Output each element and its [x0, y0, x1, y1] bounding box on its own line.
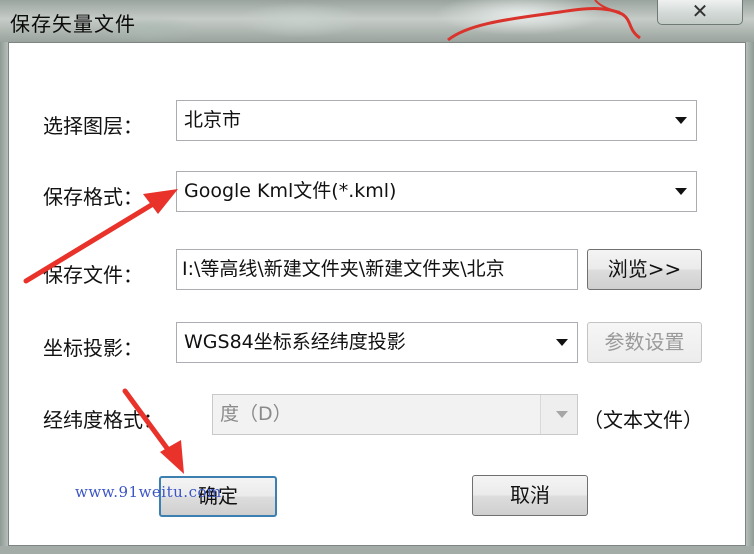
coord-format-value: 度（D） — [220, 403, 292, 425]
cancel-button-label: 取消 — [510, 483, 550, 507]
projection-select-value: WGS84坐标系经纬度投影 — [184, 331, 406, 353]
window-frame-left — [0, 42, 8, 554]
format-select[interactable]: Google Kml文件(*.kml) — [176, 171, 697, 212]
cancel-button[interactable]: 取消 — [472, 475, 588, 516]
window-frame-right — [746, 42, 754, 554]
layer-label: 选择图层： — [43, 114, 143, 138]
file-path-value: I:\等高线\新建文件夹\新建文件夹\北京 — [182, 258, 505, 280]
window-title: 保存矢量文件 — [10, 12, 136, 36]
watermark: www.91weitu.com — [75, 483, 222, 501]
window-frame-bottom — [0, 546, 754, 554]
title-bar: 保存矢量文件 ✕ — [0, 0, 754, 42]
params-button[interactable]: 参数设置 — [587, 322, 702, 363]
file-label: 保存文件： — [43, 263, 143, 287]
chevron-down-icon — [675, 188, 687, 195]
format-label: 保存格式： — [43, 185, 143, 209]
file-path-input[interactable]: I:\等高线\新建文件夹\新建文件夹\北京 — [176, 249, 578, 290]
chevron-down-icon — [556, 411, 568, 418]
params-button-label: 参数设置 — [604, 330, 685, 354]
browse-button[interactable]: 浏览>> — [587, 249, 702, 290]
layer-select[interactable]: 北京市 — [176, 100, 697, 141]
layer-select-value: 北京市 — [184, 109, 242, 131]
projection-select[interactable]: WGS84坐标系经纬度投影 — [176, 322, 578, 363]
coord-format-label: 经纬度格式： — [43, 408, 163, 432]
chevron-down-icon — [675, 117, 687, 124]
coord-format-select[interactable]: 度（D） — [212, 394, 578, 435]
close-icon: ✕ — [691, 0, 709, 23]
close-button[interactable]: ✕ — [657, 0, 743, 25]
projection-label: 坐标投影： — [43, 336, 143, 360]
browse-button-label: 浏览>> — [607, 257, 682, 281]
format-select-value: Google Kml文件(*.kml) — [184, 180, 397, 202]
chevron-down-icon — [556, 339, 568, 346]
coord-format-suffix: （文本文件） — [583, 408, 703, 432]
